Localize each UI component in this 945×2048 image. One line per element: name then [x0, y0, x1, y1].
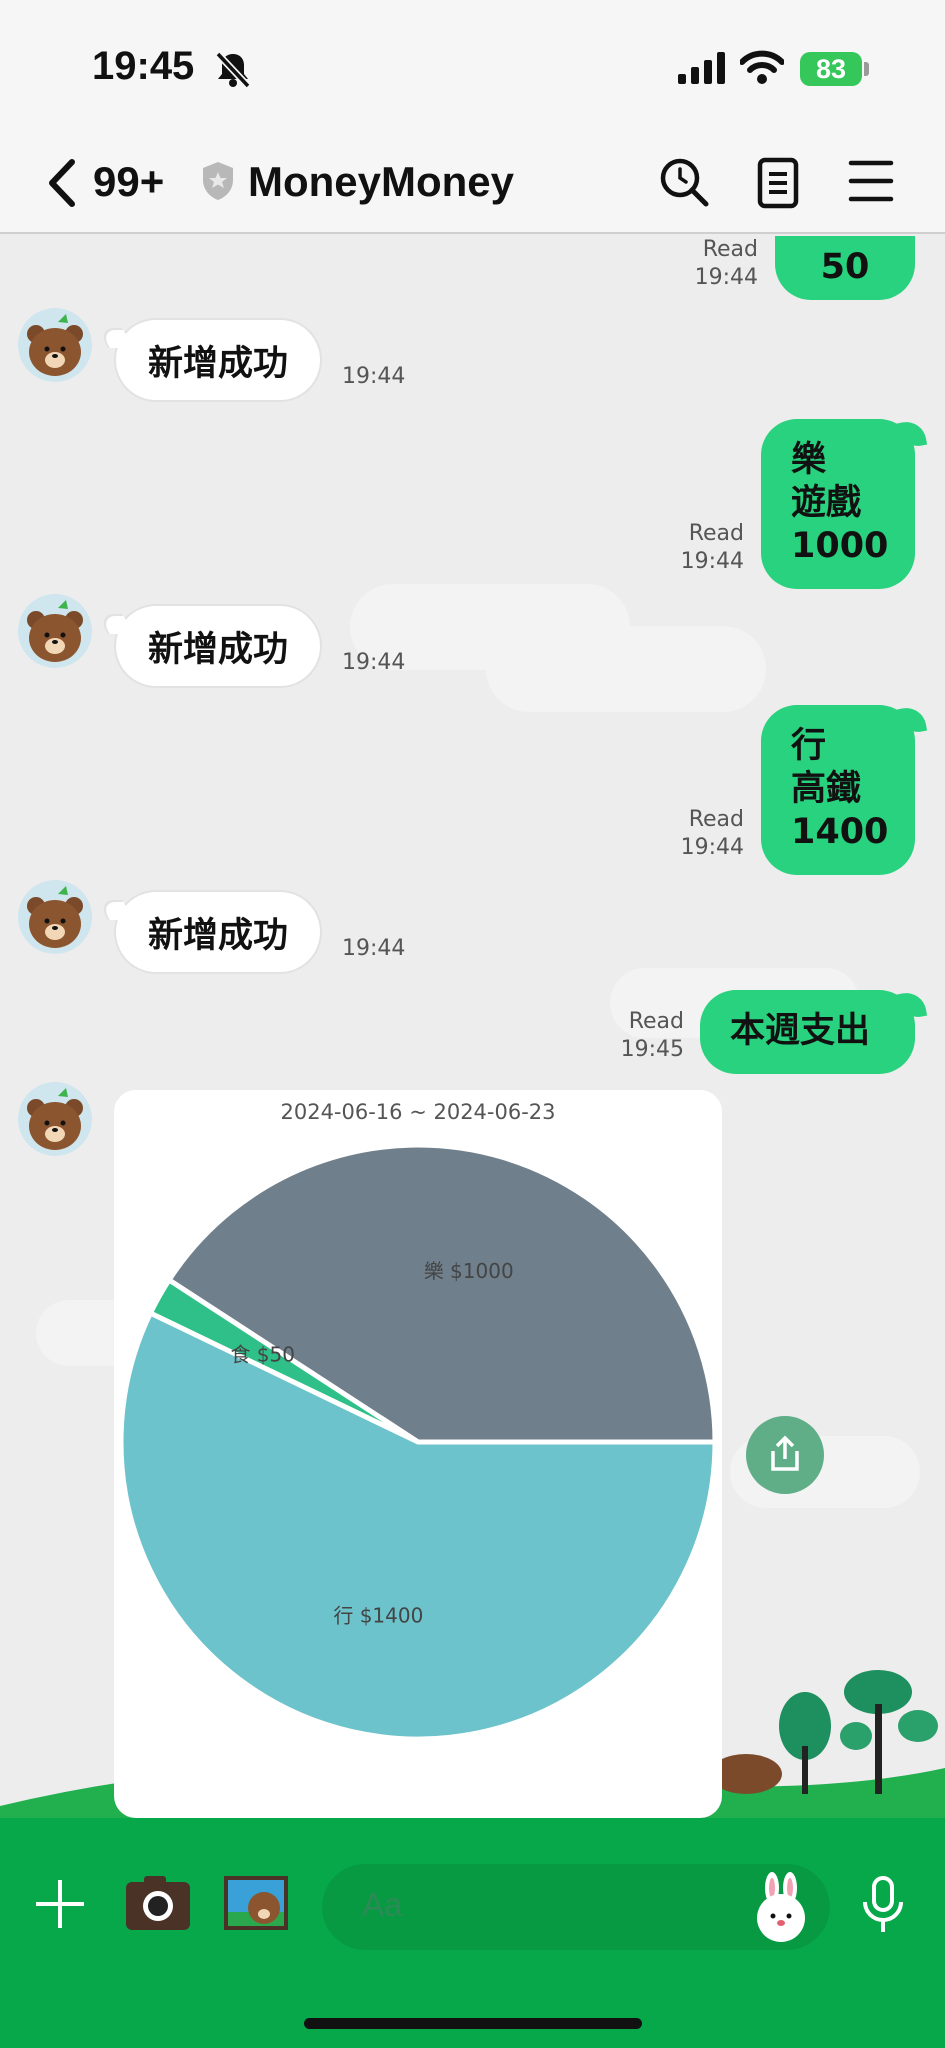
bell-muted-icon	[215, 51, 251, 89]
signal-icon	[678, 52, 725, 84]
sent-message[interactable]: 樂 遊戲 1000	[761, 419, 915, 589]
read-label: Read	[702, 237, 758, 262]
message-time: 19:44	[680, 549, 744, 574]
avatar[interactable]	[18, 1082, 92, 1156]
camera-icon[interactable]	[124, 1874, 192, 1932]
wifi-icon	[740, 50, 784, 84]
unread-count[interactable]: 99+	[93, 158, 164, 206]
chat-title: MoneyMoney	[248, 158, 515, 205]
composer-bar: Aa	[0, 1818, 945, 2048]
message-line: 遊戲	[791, 483, 862, 523]
bear-avatar-icon	[27, 314, 83, 376]
menu-icon[interactable]	[848, 156, 894, 206]
message-time: 19:44	[342, 364, 406, 389]
plus-icon[interactable]	[34, 1878, 86, 1930]
share-button[interactable]	[746, 1416, 824, 1494]
battery-icon: 83	[800, 52, 862, 86]
message-text: 新增成功	[148, 915, 289, 956]
pie-slice-label: 行 $1400	[333, 1604, 423, 1628]
message-text: 新增成功	[148, 343, 289, 384]
battery-level: 83	[815, 53, 847, 84]
message-time: 19:44	[342, 936, 406, 961]
back-chevron-icon[interactable]	[44, 158, 78, 208]
message-text: 50	[820, 247, 870, 287]
received-message[interactable]: 新增成功	[114, 318, 323, 402]
message-input[interactable]: Aa	[322, 1864, 830, 1950]
message-text: 本週支出	[730, 1011, 871, 1051]
message-text: 新增成功	[148, 629, 289, 670]
sticker-icon[interactable]	[750, 1872, 812, 1942]
pie-slice-label: 食 $50	[230, 1343, 295, 1367]
message-time: 19:44	[694, 265, 758, 290]
share-icon	[771, 1435, 799, 1471]
message-line: 樂	[791, 440, 827, 480]
message-time: 19:44	[342, 650, 406, 675]
message-meta: Read 19:44	[666, 520, 744, 576]
message-meta: Read 19:45	[606, 1008, 684, 1064]
message-line: 1000	[791, 526, 889, 566]
message-time: 19:45	[620, 1037, 684, 1062]
read-label: Read	[688, 807, 744, 832]
bear-avatar-icon	[27, 1088, 83, 1150]
message-meta: Read 19:44	[666, 806, 744, 862]
message-time: 19:44	[680, 835, 744, 860]
photo-icon[interactable]	[222, 1874, 290, 1932]
chart-image[interactable]: 2024-06-16 ~ 2024-06-23 樂 $1000 食 $50 行 $1…	[114, 1090, 722, 1818]
background-cloud	[486, 626, 766, 712]
pie-chart: 樂 $1000 食 $50 行 $1400	[118, 1142, 718, 1742]
sent-message[interactable]: 50	[775, 236, 915, 300]
avatar[interactable]	[18, 308, 92, 382]
received-message[interactable]: 新增成功	[114, 604, 323, 688]
battery-tip	[864, 62, 869, 76]
chat-header: 99+ MoneyMoney	[0, 130, 945, 234]
search-icon[interactable]	[658, 156, 712, 210]
sent-message[interactable]: 本週支出	[700, 990, 915, 1074]
message-line: 行	[791, 726, 827, 766]
pie-slice-label: 樂 $1000	[424, 1259, 514, 1283]
home-indicator[interactable]	[304, 2018, 642, 2029]
read-label: Read	[688, 521, 744, 546]
notes-icon[interactable]	[756, 156, 802, 210]
status-bar: 19:45 83	[0, 0, 945, 130]
shield-icon	[203, 162, 233, 200]
avatar[interactable]	[18, 594, 92, 668]
read-label: Read	[628, 1009, 684, 1034]
message-line: 高鐵	[791, 769, 862, 809]
message-input-placeholder: Aa	[362, 1886, 403, 1923]
bear-avatar-icon	[27, 886, 83, 948]
sent-message[interactable]: 行 高鐵 1400	[761, 705, 915, 875]
status-time: 19:45	[92, 44, 195, 88]
chat-area[interactable]: Read 19:44 50 新增成功 19:44 Read 19:44 樂 遊戲…	[0, 236, 945, 1818]
chart-title: 2024-06-16 ~ 2024-06-23	[280, 1100, 556, 1124]
mic-icon[interactable]	[860, 1876, 906, 1934]
avatar[interactable]	[18, 880, 92, 954]
message-line: 1400	[791, 812, 889, 852]
received-message[interactable]: 新增成功	[114, 890, 323, 974]
message-meta: Read 19:44	[680, 236, 758, 292]
bear-avatar-icon	[27, 600, 83, 662]
